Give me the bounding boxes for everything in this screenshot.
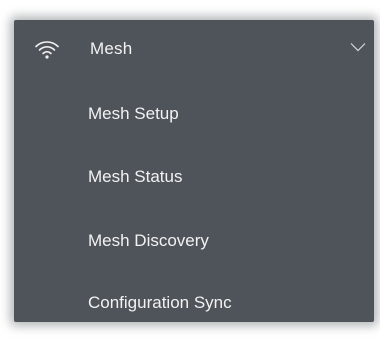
chevron-down-icon[interactable] [350, 42, 366, 52]
submenu-item-label: Mesh Status [88, 167, 183, 186]
page: Mesh Mesh Setup Mesh Status Mesh Discove… [0, 0, 380, 338]
submenu-item-label: Mesh Setup [88, 104, 179, 123]
submenu-item-label: Mesh Discovery [88, 231, 209, 250]
submenu-item-mesh-setup[interactable]: Mesh Setup [14, 94, 374, 134]
wifi-icon [35, 41, 59, 59]
submenu-item-mesh-discovery[interactable]: Mesh Discovery [14, 221, 374, 261]
menu-header-mesh[interactable]: Mesh [14, 20, 374, 80]
menu-header-label: Mesh [90, 39, 133, 58]
submenu-item-configuration-sync[interactable]: Configuration Sync [14, 283, 374, 323]
submenu-item-label: Configuration Sync [88, 293, 232, 312]
mesh-menu-panel: Mesh Mesh Setup Mesh Status Mesh Discove… [14, 20, 374, 322]
submenu-item-mesh-status[interactable]: Mesh Status [14, 157, 374, 197]
